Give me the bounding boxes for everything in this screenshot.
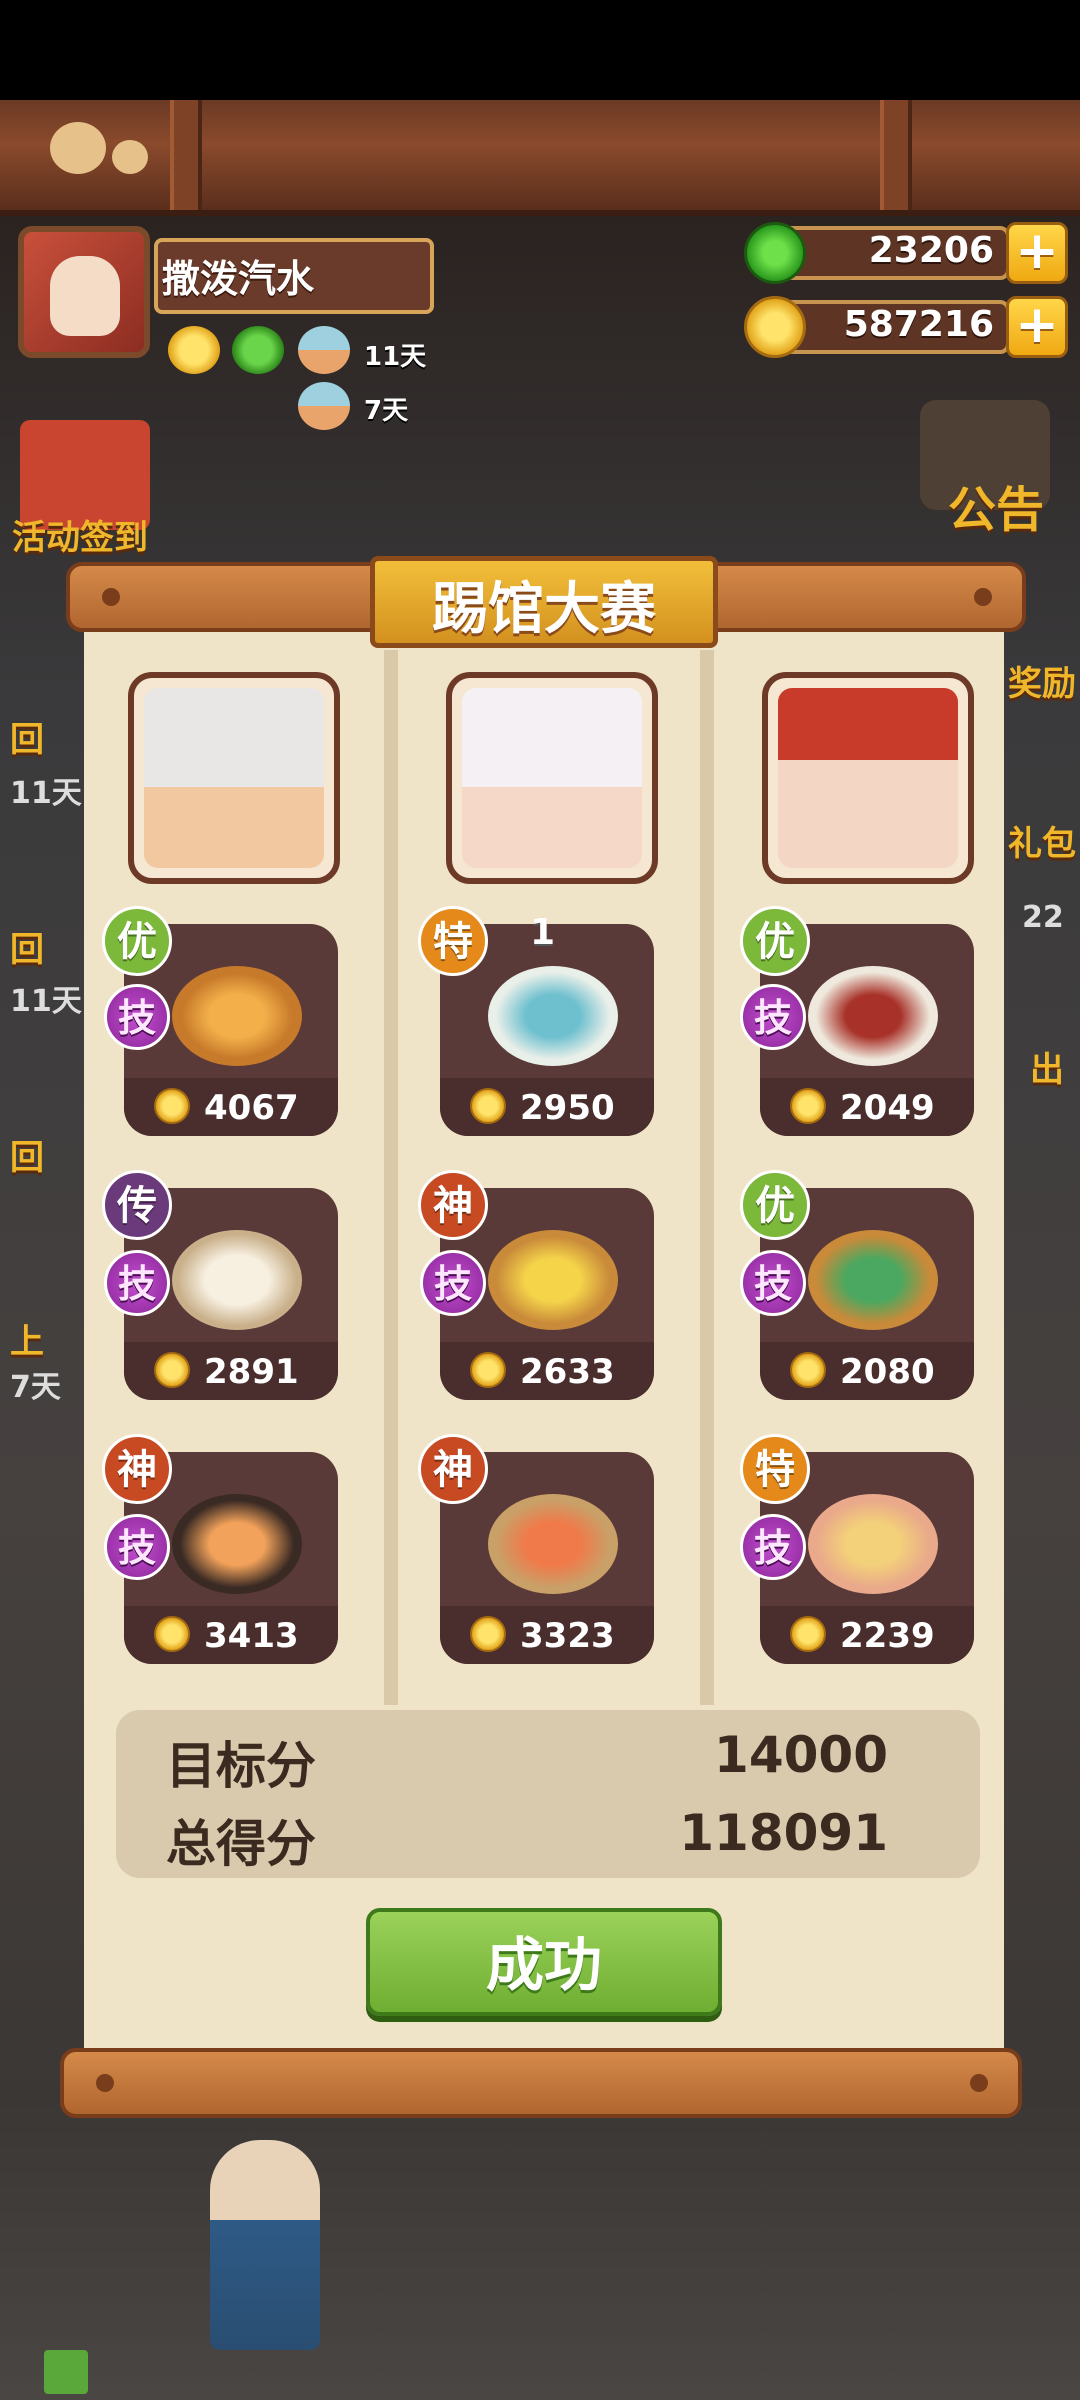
status-bar — [0, 0, 1080, 100]
side-event-label[interactable]: 礼包 — [1008, 816, 1076, 865]
player-avatar[interactable] — [18, 226, 150, 358]
coin-icon — [470, 1616, 506, 1652]
rank-badge: 优 — [740, 906, 810, 976]
player-name: 撒泼汽水 — [162, 257, 315, 301]
coin-icon — [790, 1352, 826, 1388]
column-divider — [384, 650, 398, 1705]
side-event-time: 11天 — [10, 776, 82, 811]
total-score-label: 总得分 — [166, 1815, 316, 1873]
modal-title: 踢馆大赛 — [432, 577, 656, 642]
buff-duration: 7天 — [364, 396, 409, 426]
side-event-label[interactable]: 出 — [1030, 1042, 1064, 1091]
rank-badge: 神 — [102, 1434, 172, 1504]
skill-badge: 技 — [104, 1514, 170, 1580]
rank-badge: 神 — [418, 1434, 488, 1504]
rod-bolt — [102, 588, 120, 606]
coin-icon — [154, 1616, 190, 1652]
chef-portrait[interactable] — [762, 672, 974, 884]
rank-badge: 神 — [418, 1170, 488, 1240]
skill-badge: 技 — [104, 984, 170, 1050]
skill-badge: 技 — [740, 1514, 806, 1580]
target-score-value: 14000 — [714, 1726, 888, 1784]
jade-amount: 23206 — [868, 230, 994, 271]
chick-icon — [50, 122, 106, 174]
add-jade-button[interactable]: + — [1006, 222, 1068, 284]
announcement-label: 公告 — [948, 482, 1045, 538]
coin-icon — [790, 1088, 826, 1124]
side-event-time: 11天 — [10, 984, 82, 1019]
coin-icon — [790, 1616, 826, 1652]
skill-badge: 技 — [740, 1250, 806, 1316]
total-score-value: 118091 — [679, 1804, 888, 1862]
coin-icon — [154, 1088, 190, 1124]
dish-score: 3323 — [520, 1616, 615, 1656]
add-coin-button[interactable]: + — [1006, 296, 1068, 358]
side-event-label[interactable]: 奖励 — [1008, 656, 1076, 705]
chef-portrait[interactable] — [128, 672, 340, 884]
side-event-time: 7天 — [10, 1370, 61, 1405]
dish-tier-number: 1 — [530, 912, 556, 953]
dish-score: 2049 — [840, 1088, 935, 1128]
skill-badge: 技 — [740, 984, 806, 1050]
rank-badge: 特 — [740, 1434, 810, 1504]
bamboo-platter-icon — [808, 1230, 938, 1330]
side-event-label[interactable]: 回 — [10, 922, 44, 971]
dish-score: 2950 — [520, 1088, 615, 1128]
rank-badge: 优 — [740, 1170, 810, 1240]
success-button-label: 成功 — [485, 1931, 602, 1999]
hot-pot-icon — [172, 1494, 302, 1594]
rank-badge: 传 — [102, 1170, 172, 1240]
coin-icon — [154, 1352, 190, 1388]
salmon-platter-icon — [488, 1494, 618, 1594]
bowl-buff-icon[interactable] — [298, 382, 350, 430]
fried-dish-icon — [488, 1230, 618, 1330]
chef-portrait[interactable] — [446, 672, 658, 884]
wooden-beam — [0, 100, 1080, 216]
beam-post — [880, 100, 912, 210]
menu-square-icon[interactable] — [44, 2350, 88, 2394]
dish-score: 2080 — [840, 1352, 935, 1392]
bowl-buff-icon[interactable] — [298, 326, 350, 374]
column-divider — [700, 650, 714, 1705]
steamed-bun-icon — [172, 1230, 302, 1330]
side-event-time: 22 — [1022, 900, 1064, 935]
dish-score: 4067 — [204, 1088, 299, 1128]
dish-score: 2239 — [840, 1616, 935, 1656]
braised-pork-icon — [808, 966, 938, 1066]
target-score-label: 目标分 — [166, 1737, 316, 1795]
dish-score: 2633 — [520, 1352, 615, 1392]
skill-badge: 技 — [420, 1250, 486, 1316]
side-event-label[interactable]: 上 — [10, 1314, 44, 1363]
jade-buff-icon[interactable] — [232, 326, 284, 374]
soup-pot-icon — [172, 966, 302, 1066]
coin-amount: 587216 — [843, 304, 994, 345]
side-event-label[interactable]: 回 — [10, 1130, 44, 1179]
cake-icon — [488, 966, 618, 1066]
gold-coin-buff-icon[interactable] — [168, 326, 220, 374]
rank-badge: 特 — [418, 906, 488, 976]
dish-score: 3413 — [204, 1616, 299, 1656]
npc-character[interactable] — [210, 2140, 320, 2350]
coin-icon — [470, 1088, 506, 1124]
custard-dish-icon — [808, 1494, 938, 1594]
checkin-label: 活动签到 — [12, 518, 148, 558]
chick-icon — [112, 140, 148, 174]
skill-badge: 技 — [104, 1250, 170, 1316]
dish-score: 2891 — [204, 1352, 299, 1392]
beam-post — [170, 100, 202, 210]
rod-bolt — [974, 588, 992, 606]
coin-icon — [470, 1352, 506, 1388]
rod-bolt — [96, 2074, 114, 2092]
rod-bolt — [970, 2074, 988, 2092]
avatar-face — [50, 256, 120, 336]
buff-duration: 11天 — [364, 342, 427, 372]
rank-badge: 优 — [102, 906, 172, 976]
side-event-label[interactable]: 回 — [10, 712, 44, 761]
modal-bottom-rod — [60, 2048, 1022, 2118]
